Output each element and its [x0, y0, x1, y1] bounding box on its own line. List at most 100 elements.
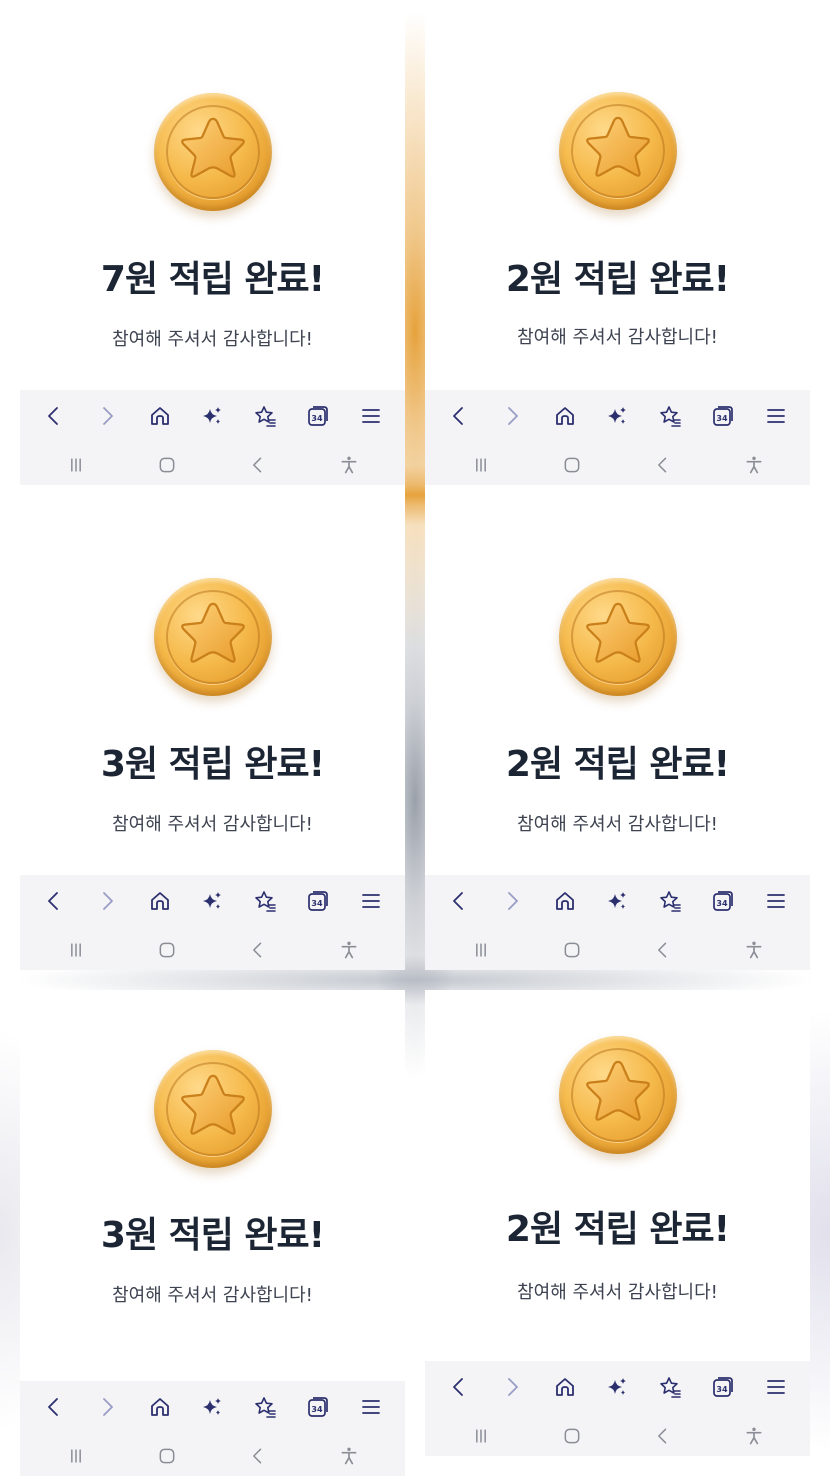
bottom-toolbar: 34 — [425, 390, 810, 485]
home-circle-icon[interactable] — [559, 937, 585, 963]
tab-count-text: 34 — [716, 414, 728, 423]
reward-panel: 2원 적립 완료! 참여해 주셔서 감사합니다! 34 — [425, 0, 810, 485]
system-back-icon[interactable] — [245, 1443, 271, 1469]
tab-count-text: 34 — [311, 899, 323, 908]
home-icon[interactable] — [147, 403, 173, 429]
sparkle-icon[interactable] — [604, 1374, 630, 1400]
browser-toolbar: 34 — [425, 875, 810, 927]
reward-subtitle: 참여해 주셔서 감사합니다! — [112, 1285, 313, 1306]
tab-count-text: 34 — [716, 899, 728, 908]
tabs-icon[interactable]: 34 — [710, 1374, 736, 1400]
browser-toolbar: 34 — [425, 1361, 810, 1413]
tabs-icon[interactable]: 34 — [710, 403, 736, 429]
bottom-toolbar: 34 — [20, 1381, 405, 1476]
back-icon[interactable] — [446, 888, 472, 914]
menu-icon[interactable] — [763, 888, 789, 914]
forward-icon[interactable] — [94, 888, 120, 914]
tabs-icon[interactable]: 34 — [305, 403, 331, 429]
system-back-icon[interactable] — [245, 937, 271, 963]
system-back-icon[interactable] — [650, 937, 676, 963]
tab-count-text: 34 — [311, 1405, 323, 1414]
reward-title: 2원 적립 완료! — [505, 1209, 730, 1250]
bookmarks-icon[interactable] — [657, 1374, 683, 1400]
tabs-icon[interactable]: 34 — [305, 888, 331, 914]
bottom-toolbar: 34 — [425, 875, 810, 970]
forward-icon[interactable] — [94, 403, 120, 429]
accessibility-icon[interactable] — [336, 937, 362, 963]
system-nav-bar — [20, 930, 405, 970]
bookmarks-icon[interactable] — [252, 888, 278, 914]
sparkle-icon[interactable] — [604, 403, 630, 429]
reward-subtitle: 참여해 주셔서 감사합니다! — [112, 814, 313, 835]
browser-toolbar: 34 — [20, 390, 405, 442]
forward-icon[interactable] — [94, 1394, 120, 1420]
menu-icon[interactable] — [358, 403, 384, 429]
bottom-toolbar: 34 — [20, 390, 405, 485]
accessibility-icon[interactable] — [336, 452, 362, 478]
system-back-icon[interactable] — [245, 452, 271, 478]
menu-icon[interactable] — [763, 403, 789, 429]
home-circle-icon[interactable] — [559, 452, 585, 478]
home-circle-icon[interactable] — [154, 452, 180, 478]
recent-apps-icon[interactable] — [468, 937, 494, 963]
forward-icon[interactable] — [499, 403, 525, 429]
accessibility-icon[interactable] — [741, 1423, 767, 1449]
home-icon[interactable] — [147, 888, 173, 914]
recent-apps-icon[interactable] — [63, 937, 89, 963]
bottom-toolbar: 34 — [20, 875, 405, 970]
sparkle-icon[interactable] — [199, 403, 225, 429]
sparkle-icon[interactable] — [604, 888, 630, 914]
coin-icon — [153, 1050, 272, 1168]
home-icon[interactable] — [552, 888, 578, 914]
coin-icon — [558, 92, 677, 210]
home-icon[interactable] — [552, 403, 578, 429]
home-circle-icon[interactable] — [559, 1423, 585, 1449]
coin-icon — [153, 93, 272, 211]
menu-icon[interactable] — [358, 1394, 384, 1420]
accessibility-icon[interactable] — [741, 937, 767, 963]
system-back-icon[interactable] — [650, 1423, 676, 1449]
accessibility-icon[interactable] — [741, 452, 767, 478]
menu-icon[interactable] — [358, 888, 384, 914]
system-back-icon[interactable] — [650, 452, 676, 478]
forward-icon[interactable] — [499, 1374, 525, 1400]
reward-title: 3원 적립 완료! — [100, 744, 325, 785]
recent-apps-icon[interactable] — [63, 452, 89, 478]
bookmarks-icon[interactable] — [657, 403, 683, 429]
back-icon[interactable] — [41, 1394, 67, 1420]
back-icon[interactable] — [41, 403, 67, 429]
accessibility-icon[interactable] — [336, 1443, 362, 1469]
home-icon[interactable] — [147, 1394, 173, 1420]
sparkle-icon[interactable] — [199, 888, 225, 914]
recent-apps-icon[interactable] — [468, 452, 494, 478]
home-icon[interactable] — [552, 1374, 578, 1400]
bookmarks-icon[interactable] — [252, 403, 278, 429]
bookmarks-icon[interactable] — [252, 1394, 278, 1420]
tabs-icon[interactable]: 34 — [305, 1394, 331, 1420]
reward-panel: 3원 적립 완료! 참여해 주셔서 감사합니다! 34 — [20, 990, 405, 1476]
coin-icon — [153, 578, 272, 696]
back-icon[interactable] — [446, 403, 472, 429]
menu-icon[interactable] — [763, 1374, 789, 1400]
coin-icon — [558, 1036, 677, 1154]
bookmarks-icon[interactable] — [657, 888, 683, 914]
reward-panel: 7원 적립 완료! 참여해 주셔서 감사합니다! 34 — [20, 0, 405, 485]
recent-apps-icon[interactable] — [63, 1443, 89, 1469]
reward-title: 2원 적립 완료! — [505, 744, 730, 785]
home-circle-icon[interactable] — [154, 1443, 180, 1469]
system-nav-bar — [20, 1436, 405, 1476]
forward-icon[interactable] — [499, 888, 525, 914]
tab-count-text: 34 — [311, 414, 323, 423]
back-icon[interactable] — [41, 888, 67, 914]
back-icon[interactable] — [446, 1374, 472, 1400]
reward-title: 2원 적립 완료! — [505, 259, 730, 300]
coin-icon — [558, 578, 677, 696]
sparkle-icon[interactable] — [199, 1394, 225, 1420]
home-circle-icon[interactable] — [154, 937, 180, 963]
reward-panel: 2원 적립 완료! 참여해 주셔서 감사합니다! 34 — [425, 990, 810, 1456]
reward-subtitle: 참여해 주셔서 감사합니다! — [517, 327, 718, 348]
reward-panel: 2원 적립 완료! 참여해 주셔서 감사합니다! 34 — [425, 485, 810, 970]
tabs-icon[interactable]: 34 — [710, 888, 736, 914]
system-nav-bar — [20, 445, 405, 485]
recent-apps-icon[interactable] — [468, 1423, 494, 1449]
